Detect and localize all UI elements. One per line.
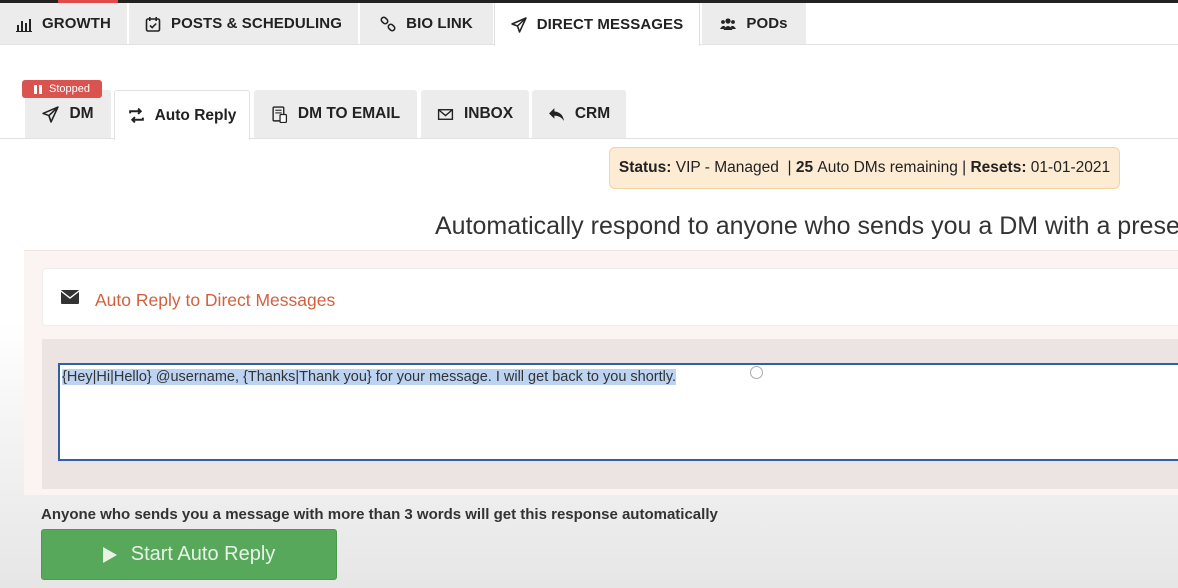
status-badge-label: Stopped	[49, 83, 90, 95]
start-auto-reply-button[interactable]: Start Auto Reply	[41, 529, 337, 580]
subtab-crm[interactable]: CRM	[532, 90, 626, 138]
status-badge: Stopped	[22, 80, 102, 98]
subtab-crm-label: CRM	[574, 105, 611, 122]
selected-message-text: {Hey|Hi|Hello} @username, {Thanks|Thank …	[62, 369, 677, 385]
tab-bio-link-label: BIO LINK	[406, 15, 473, 32]
resets-label: Resets:	[970, 159, 1027, 176]
tab-direct-messages[interactable]: DIRECT MESSAGES	[494, 3, 700, 46]
envelope-icon	[437, 108, 454, 120]
retweet-icon	[128, 107, 144, 124]
page-headline: Automatically respond to anyone who send…	[435, 212, 1178, 240]
panel-header: Auto Reply to Direct Messages	[42, 268, 1178, 326]
document-phone-icon	[272, 105, 287, 123]
subtab-inbox[interactable]: INBOX	[421, 90, 529, 138]
auto-reply-message-input[interactable]: {Hey|Hi|Hello} @username, {Thanks|Thank …	[58, 363, 1178, 461]
tab-pods[interactable]: PODs	[702, 3, 806, 44]
link-icon	[380, 15, 396, 32]
envelope-icon	[61, 290, 79, 304]
resets-value: 01-01-2021	[1030, 159, 1111, 176]
paper-plane-icon	[42, 105, 60, 123]
sub-tab-bar: DM Auto Reply DM TO EMAIL INBOX CRM	[0, 88, 1178, 140]
main-tab-bar: GROWTH POSTS & SCHEDULING BIO LINK DIREC…	[0, 3, 1178, 46]
tab-posts-scheduling-label: POSTS & SCHEDULING	[171, 15, 342, 32]
subtab-dm-to-email-label: DM TO EMAIL	[297, 105, 401, 122]
mouse-cursor-indicator	[750, 366, 763, 379]
separator: |	[962, 159, 967, 176]
tab-bio-link[interactable]: BIO LINK	[360, 3, 493, 44]
subtab-dm-label: DM	[69, 105, 94, 122]
status-label: Status:	[618, 159, 672, 176]
start-auto-reply-label: Start Auto Reply	[130, 543, 276, 565]
bar-chart-icon	[16, 18, 33, 32]
subtab-auto-reply[interactable]: Auto Reply	[114, 90, 250, 140]
paper-plane-icon	[510, 16, 527, 33]
dm-count-text: Auto DMs remaining	[817, 159, 958, 176]
separator: |	[787, 159, 792, 176]
dm-count: 25	[795, 159, 814, 176]
tab-posts-scheduling[interactable]: POSTS & SCHEDULING	[129, 3, 358, 44]
tab-pods-label: PODs	[746, 15, 788, 32]
pause-icon	[34, 84, 42, 94]
tab-direct-messages-label: DIRECT MESSAGES	[536, 16, 684, 33]
calendar-check-icon	[145, 16, 161, 32]
subtab-inbox-label: INBOX	[463, 105, 514, 122]
reply-icon	[548, 107, 564, 121]
status-value: VIP - Managed	[675, 159, 779, 176]
panel-title: Auto Reply to Direct Messages	[95, 290, 336, 310]
status-banner: Status: VIP - Managed | 25 Auto DMs rema…	[609, 147, 1120, 189]
auto-reply-note: Anyone who sends you a message with more…	[41, 506, 718, 523]
play-icon	[102, 546, 117, 563]
tab-growth-label: GROWTH	[42, 15, 111, 32]
subtab-auto-reply-label: Auto Reply	[154, 106, 237, 124]
subtab-dm-to-email[interactable]: DM TO EMAIL	[254, 90, 417, 138]
tab-growth[interactable]: GROWTH	[0, 3, 127, 44]
users-icon	[720, 17, 737, 30]
